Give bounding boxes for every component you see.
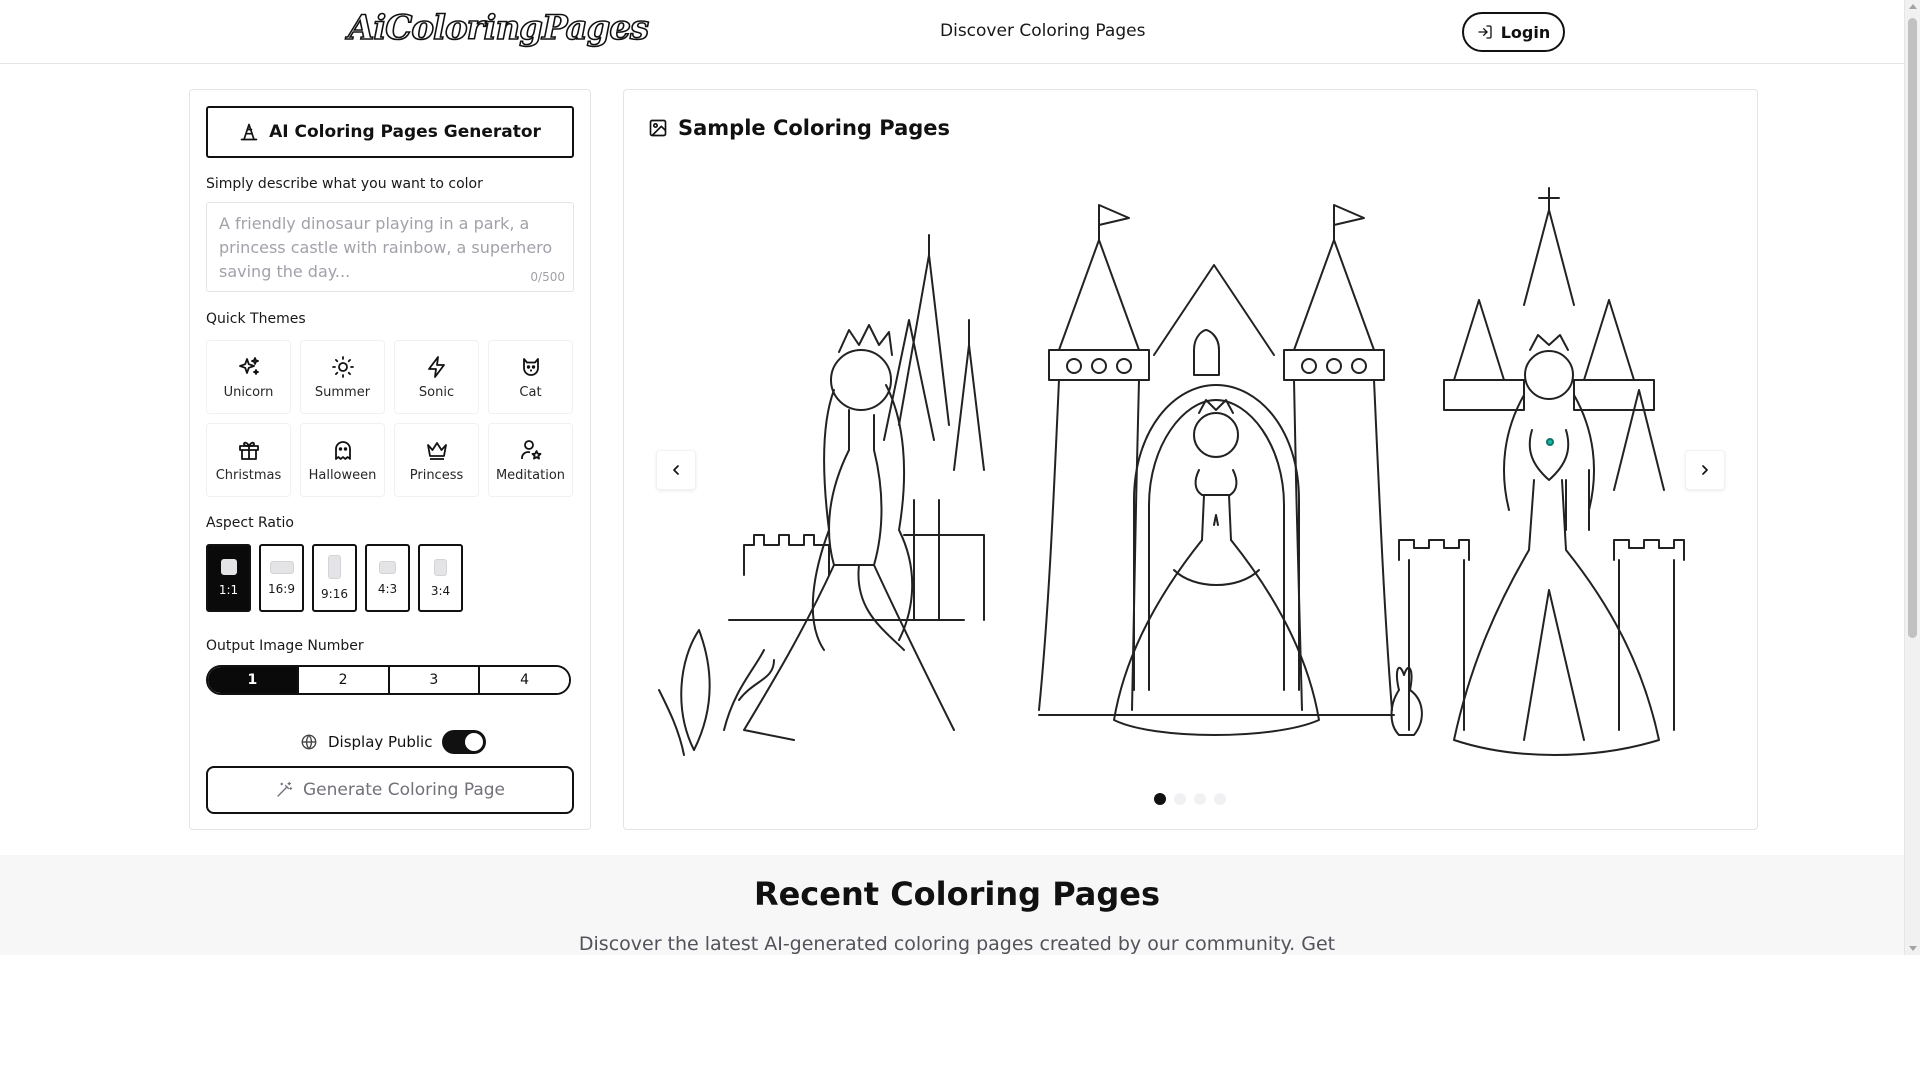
describe-label: Simply describe what you want to color	[206, 176, 483, 192]
carousel-dot-3[interactable]	[1194, 793, 1206, 805]
theme-label: Halloween	[308, 467, 377, 483]
ratio-shape-icon	[434, 558, 447, 576]
output-number-1[interactable]: 1	[208, 667, 297, 693]
display-public-label: Display Public	[328, 733, 433, 751]
samples-title: Sample Coloring Pages	[678, 116, 951, 140]
output-number-3[interactable]: 3	[387, 667, 479, 693]
theme-princess[interactable]: Princess	[394, 423, 479, 497]
ratio-shape-icon	[328, 555, 341, 579]
lightning-icon	[427, 355, 445, 378]
theme-label: Sonic	[418, 384, 455, 400]
ratio-shape-icon	[379, 560, 396, 574]
login-icon	[1478, 25, 1492, 39]
prompt-textarea[interactable]: A friendly dinosaur playing in a park, a…	[206, 202, 574, 292]
scrollbar-thumb[interactable]	[1908, 18, 1917, 638]
theme-label: Christmas	[215, 467, 282, 483]
aspect-ratio-1-1[interactable]: 1:1	[206, 544, 251, 612]
chevron-left-icon	[673, 465, 679, 475]
gift-icon	[238, 441, 259, 460]
theme-halloween[interactable]: Halloween	[300, 423, 385, 497]
ratio-shape-icon	[269, 560, 294, 574]
theme-sonic[interactable]: Sonic	[394, 340, 479, 414]
person-star-icon	[520, 439, 541, 459]
theme-label: Princess	[409, 467, 464, 483]
toggle-knob	[465, 733, 484, 751]
prompt-placeholder: A friendly dinosaur playing in a park, a…	[219, 214, 553, 281]
recent-title: Recent Coloring Pages	[753, 875, 1161, 913]
aspect-ratio-3-4[interactable]: 3:4	[418, 544, 463, 612]
theme-label: Unicorn	[223, 384, 274, 400]
ghost-icon	[334, 440, 351, 460]
carousel-dot-2[interactable]	[1174, 793, 1186, 805]
discover-nav-link[interactable]: Discover Coloring Pages	[940, 21, 1145, 41]
generate-label: Generate Coloring Page	[302, 780, 506, 800]
crown-icon	[426, 441, 447, 460]
carousel-prev-button[interactable]	[656, 450, 696, 490]
theme-label: Cat	[519, 384, 542, 400]
theme-meditation[interactable]: Meditation	[488, 423, 573, 497]
display-public-row: Display Public	[300, 730, 487, 754]
theme-label: Meditation	[495, 467, 566, 483]
sparkles-icon	[238, 356, 259, 375]
chevron-right-icon	[1702, 465, 1708, 475]
ratio-label: 9:16	[321, 587, 348, 601]
carousel-dot-4[interactable]	[1214, 793, 1226, 805]
carousel-dots	[1154, 793, 1226, 805]
aspect-ratio-4-3[interactable]: 4:3	[365, 544, 410, 612]
page-scrollbar[interactable]	[1904, 0, 1920, 955]
aspect-ratio-label: Aspect Ratio	[206, 515, 294, 531]
theme-cat[interactable]: Cat	[488, 340, 573, 414]
wizard-hat-icon	[240, 123, 258, 141]
display-public-toggle[interactable]	[442, 730, 487, 754]
output-number-selector: 1 2 3 4	[206, 665, 571, 695]
generator-title: AI Coloring Pages Generator	[206, 106, 574, 158]
aspect-ratio-options: 1:1 16:9 9:16 4:3 3:4	[206, 544, 463, 612]
samples-heading: Sample Coloring Pages	[648, 116, 950, 140]
sun-icon	[331, 355, 354, 378]
output-number-4[interactable]: 4	[478, 667, 569, 693]
theme-unicorn[interactable]: Unicorn	[206, 340, 291, 414]
generator-title-text: AI Coloring Pages Generator	[269, 122, 541, 142]
recent-subtitle: Discover the latest AI-generated colorin…	[578, 933, 1336, 955]
login-label: Login	[1500, 22, 1551, 42]
login-button[interactable]: Login	[1462, 12, 1565, 52]
ratio-shape-icon	[220, 559, 237, 575]
carousel-next-button[interactable]	[1685, 450, 1725, 490]
aspect-ratio-9-16[interactable]: 9:16	[312, 544, 357, 612]
theme-christmas[interactable]: Christmas	[206, 423, 291, 497]
top-nav-bar: AiColoringPages Discover Coloring Pages …	[0, 0, 1904, 64]
ratio-label: 4:3	[377, 581, 398, 596]
image-icon	[649, 119, 667, 137]
samples-panel: Sample Coloring Pages	[623, 89, 1758, 830]
carousel-dot-1[interactable]	[1154, 793, 1166, 805]
quick-themes-label: Quick Themes	[206, 311, 306, 327]
theme-label: Summer	[314, 384, 371, 400]
scroll-up-arrow[interactable]	[1909, 4, 1917, 9]
generate-button[interactable]: Generate Coloring Page	[206, 766, 574, 814]
quick-themes-grid: Unicorn Summer Sonic Cat Christmas Hallo…	[206, 340, 575, 497]
ratio-label: 3:4	[430, 583, 451, 598]
aspect-ratio-16-9[interactable]: 16:9	[259, 544, 304, 612]
recent-section: Recent Coloring Pages Discover the lates…	[0, 855, 1904, 955]
site-logo[interactable]: AiColoringPages	[347, 7, 650, 49]
ratio-label: 16:9	[268, 581, 295, 596]
theme-summer[interactable]: Summer	[300, 340, 385, 414]
globe-icon	[301, 734, 317, 750]
output-number-2[interactable]: 2	[296, 667, 388, 693]
generator-panel: AI Coloring Pages Generator Simply descr…	[189, 89, 591, 830]
cat-icon	[522, 357, 539, 376]
output-number-label: Output Image Number	[206, 638, 364, 654]
magic-wand-icon	[277, 781, 293, 797]
ratio-label: 1:1	[218, 583, 239, 597]
sample-coloring-image	[658, 187, 1685, 756]
char-counter: 0/500	[530, 270, 565, 284]
